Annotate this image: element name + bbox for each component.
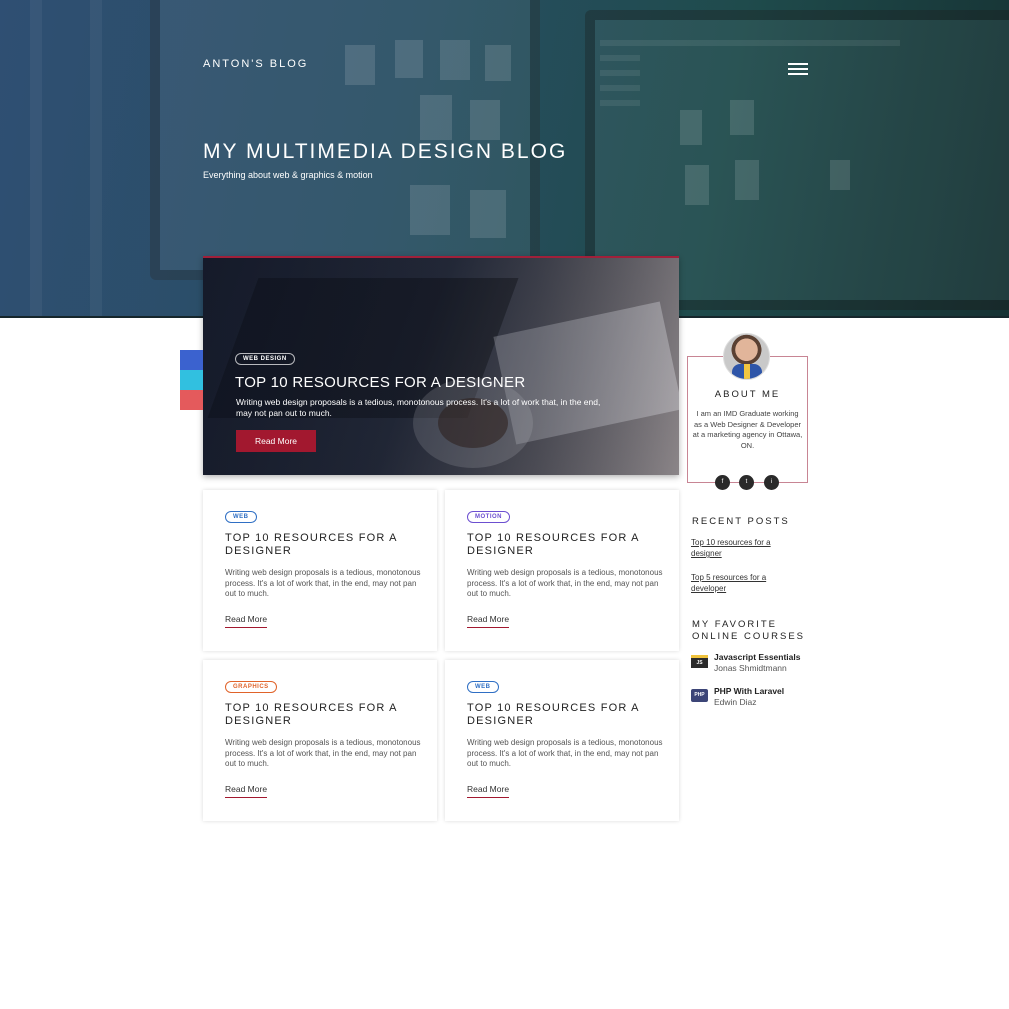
recent-post-link[interactable]: Top 5 resources for a developer [691,572,801,594]
post-card: GRAPHICS TOP 10 RESOURCES FOR A DESIGNER… [203,660,437,821]
hero-bg-tile [395,40,423,78]
favorite-courses-heading: MY FAVORITE ONLINE COURSES [692,619,805,642]
hero-bg-tile [345,45,375,85]
site-brand[interactable]: ANTON'S BLOG [203,58,308,70]
pinterest-share-icon[interactable] [180,390,203,410]
course-author: Edwin Diaz [714,697,757,707]
twitter-share-icon[interactable] [180,370,203,390]
facebook-icon[interactable]: f [715,475,730,490]
hero-bg-tile [735,160,759,200]
about-me-text: I am an IMD Graduate working as a Web De… [692,409,803,450]
page-subtitle: Everything about web & graphics & motion [203,170,373,180]
hero-bg-tile [470,100,500,140]
post-card: WEB TOP 10 RESOURCES FOR A DESIGNER Writ… [203,490,437,651]
post-title[interactable]: TOP 10 RESOURCES FOR A DESIGNER [467,532,667,558]
hero-bg-bar [600,100,640,106]
course-author: Jonas Shmidtmann [714,663,787,673]
post-tag[interactable]: MOTION [467,511,510,523]
post-tag[interactable]: GRAPHICS [225,681,277,693]
hero-bg-line [30,0,42,316]
read-more-link[interactable]: Read More [467,784,510,798]
hero-bg-line [90,0,102,316]
hero-bg-bar [600,70,640,76]
post-excerpt: Writing web design proposals is a tediou… [467,568,663,598]
post-card: WEB TOP 10 RESOURCES FOR A DESIGNER Writ… [445,660,679,821]
hero-bg-tile [830,160,850,190]
featured-title[interactable]: TOP 10 RESOURCES FOR A DESIGNER [235,374,526,391]
recent-posts-heading: RECENT POSTS [692,516,790,527]
post-card: MOTION TOP 10 RESOURCES FOR A DESIGNER W… [445,490,679,651]
post-title[interactable]: TOP 10 RESOURCES FOR A DESIGNER [467,702,667,728]
course-name: PHP With Laravel [714,686,785,696]
post-excerpt: Writing web design proposals is a tediou… [225,738,421,768]
hero-bg-tile [410,185,450,235]
hero-bg-tile [470,190,506,238]
featured-post: WEB DESIGN TOP 10 RESOURCES FOR A DESIGN… [203,256,679,475]
post-tag[interactable]: WEB [467,681,499,693]
avatar-stripe [744,364,750,379]
hero-bg-tile [730,100,754,135]
instagram-icon[interactable]: i [764,475,779,490]
post-title[interactable]: TOP 10 RESOURCES FOR A DESIGNER [225,532,425,558]
hero-bg-bar [600,85,640,91]
hamburger-menu-icon[interactable] [788,63,808,75]
twitter-icon[interactable]: t [739,475,754,490]
read-more-link[interactable]: Read More [467,614,510,628]
hero-bg-tile [685,165,709,205]
read-more-link[interactable]: Read More [225,614,268,628]
post-excerpt: Writing web design proposals is a tediou… [467,738,663,768]
php-icon: PHP [691,689,708,702]
hero-bg-tile [440,40,470,80]
facebook-share-icon[interactable] [180,350,203,370]
hero-bg-tile [485,45,511,81]
page-title: MY MULTIMEDIA DESIGN BLOG [203,140,568,163]
recent-post-link[interactable]: Top 10 resources for a designer [691,537,801,559]
post-title[interactable]: TOP 10 RESOURCES FOR A DESIGNER [225,702,425,728]
hero-bg-bar [600,40,900,46]
course-name: Javascript Essentials [714,652,801,662]
featured-excerpt: Writing web design proposals is a tediou… [236,397,601,418]
post-excerpt: Writing web design proposals is a tediou… [225,568,421,598]
read-more-link[interactable]: Read More [225,784,268,798]
about-me-title: ABOUT ME [714,389,781,400]
hero-bg-bar [600,55,640,61]
avatar [723,333,770,380]
post-tag[interactable]: WEB [225,511,257,523]
hero-bg-tile [680,110,702,145]
javascript-icon: JS [691,655,708,668]
featured-tag[interactable]: WEB DESIGN [235,353,295,365]
featured-read-more-button[interactable]: Read More [236,430,316,452]
hero-bg-tile [420,95,452,140]
